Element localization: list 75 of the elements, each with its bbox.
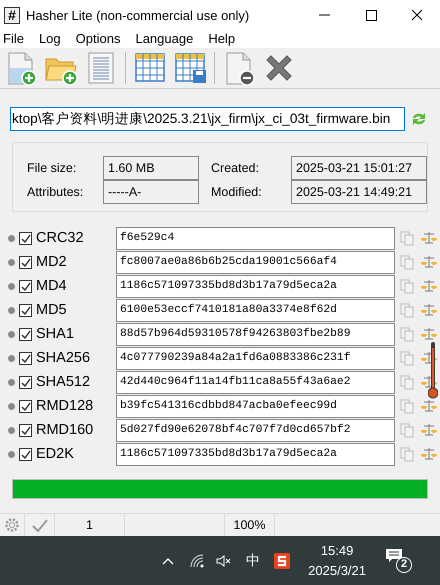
info-label: Created: bbox=[211, 161, 260, 175]
notification-icon[interactable] bbox=[386, 548, 402, 562]
info-value: 1.60 MB bbox=[103, 156, 199, 180]
window-title: Hasher Lite (non-commercial use only) bbox=[26, 8, 250, 22]
info-value: 2025-03-21 14:49:21 bbox=[291, 180, 427, 204]
menu-item[interactable]: Language bbox=[132, 30, 200, 48]
app-icon: # bbox=[4, 6, 20, 24]
scroll-bar[interactable] bbox=[428, 342, 438, 400]
status-dot bbox=[8, 378, 15, 386]
hash-checkbox[interactable] bbox=[19, 256, 32, 268]
hash-checkbox[interactable] bbox=[19, 376, 32, 388]
minimize-icon[interactable] bbox=[319, 14, 331, 16]
menu-item[interactable]: Help bbox=[205, 30, 242, 48]
hash-field[interactable]: 5d027fd90e62078bf4c707f7d0cd657bf2 bbox=[116, 418, 395, 442]
hash-field[interactable]: b39fc541316cdbbd847acba0efeec99d bbox=[116, 394, 395, 418]
hash-checkbox[interactable] bbox=[19, 424, 32, 436]
hash-checkbox[interactable] bbox=[19, 304, 32, 316]
hash-checkbox[interactable] bbox=[19, 448, 32, 460]
hash-name: MD2 bbox=[36, 254, 68, 270]
hash-name: SHA256 bbox=[36, 350, 92, 366]
hash-field[interactable]: 4c077790239a84a2a1fd6a0883386c231f bbox=[116, 346, 395, 370]
check-icon[interactable] bbox=[32, 518, 48, 532]
hash-name: RMD128 bbox=[36, 398, 94, 414]
hash-name: MD4 bbox=[36, 278, 68, 294]
hash-name: ED2K bbox=[36, 446, 75, 462]
status-dot bbox=[8, 258, 15, 266]
settings-icon[interactable] bbox=[4, 517, 20, 533]
status-dot bbox=[8, 402, 15, 410]
caret-up-icon[interactable] bbox=[162, 556, 174, 564]
network-icon[interactable] bbox=[190, 554, 204, 568]
maximize-icon[interactable] bbox=[366, 10, 376, 20]
info-value: -----A- bbox=[103, 180, 199, 204]
menu-item[interactable]: Options bbox=[72, 30, 126, 48]
muted-speaker-icon[interactable] bbox=[216, 554, 232, 568]
status-dot bbox=[8, 306, 15, 314]
hash-field[interactable]: 42d440c964f11a14fb11ca8a55f43a6ae2 bbox=[116, 370, 395, 394]
notification-count: 2 bbox=[396, 556, 412, 572]
input-method-indicator[interactable]: 中 bbox=[246, 552, 260, 570]
file-count: 1 bbox=[86, 518, 93, 532]
hash-checkbox[interactable] bbox=[19, 352, 32, 364]
refresh-icon[interactable] bbox=[411, 111, 427, 127]
hash-name: SHA512 bbox=[36, 374, 92, 390]
info-label: Attributes: bbox=[27, 185, 84, 199]
hash-field[interactable]: 88d57b964d59310578f94263803fbe2b89 bbox=[116, 322, 395, 346]
hash-name: SHA1 bbox=[36, 326, 75, 342]
status-dot bbox=[8, 282, 15, 290]
hash-checkbox[interactable] bbox=[19, 328, 32, 340]
info-label: Modified: bbox=[211, 185, 263, 199]
input-method-icon[interactable] bbox=[274, 552, 290, 568]
hash-checkbox[interactable] bbox=[19, 232, 32, 244]
hash-field[interactable]: fc8007ae0a86b6b25cda19001c566af4 bbox=[116, 250, 395, 274]
info-label: File size: bbox=[27, 161, 78, 175]
hash-name: RMD160 bbox=[36, 422, 94, 438]
status-dot bbox=[8, 234, 15, 242]
hash-name: CRC32 bbox=[36, 230, 85, 246]
progress-percent: 100% bbox=[234, 518, 266, 532]
hash-name: MD5 bbox=[36, 302, 68, 318]
taskbar-clock[interactable]: 15:49 2025/3/21 bbox=[308, 540, 366, 580]
hash-field[interactable]: f6e529c4 bbox=[116, 226, 395, 250]
clock-date: 2025/3/21 bbox=[308, 562, 366, 580]
status-dot bbox=[8, 354, 15, 362]
hash-field[interactable]: 1186c571097335bd8d3b17a79d5eca2a bbox=[116, 274, 395, 298]
close-icon[interactable] bbox=[411, 9, 423, 21]
status-dot bbox=[8, 426, 15, 434]
menu-item[interactable]: Log bbox=[36, 30, 67, 48]
hash-checkbox[interactable] bbox=[19, 400, 32, 412]
hash-field[interactable]: 1186c571097335bd8d3b17a79d5eca2a bbox=[116, 442, 395, 466]
hash-checkbox[interactable] bbox=[19, 280, 32, 292]
status-dot bbox=[8, 450, 15, 458]
info-value: 2025-03-21 15:01:27 bbox=[291, 156, 427, 180]
clock-time: 15:49 bbox=[320, 542, 354, 560]
status-dot bbox=[8, 330, 15, 338]
hash-field[interactable]: 6100e53eccf7410181a80a3374e8f62d bbox=[116, 298, 395, 322]
file-path-field[interactable]: ktop\客户资料\明进康\2025.3.21\jx_firm\jx_ci_03t_firmware.bin bbox=[10, 107, 405, 131]
menu-item[interactable]: File bbox=[0, 30, 30, 48]
